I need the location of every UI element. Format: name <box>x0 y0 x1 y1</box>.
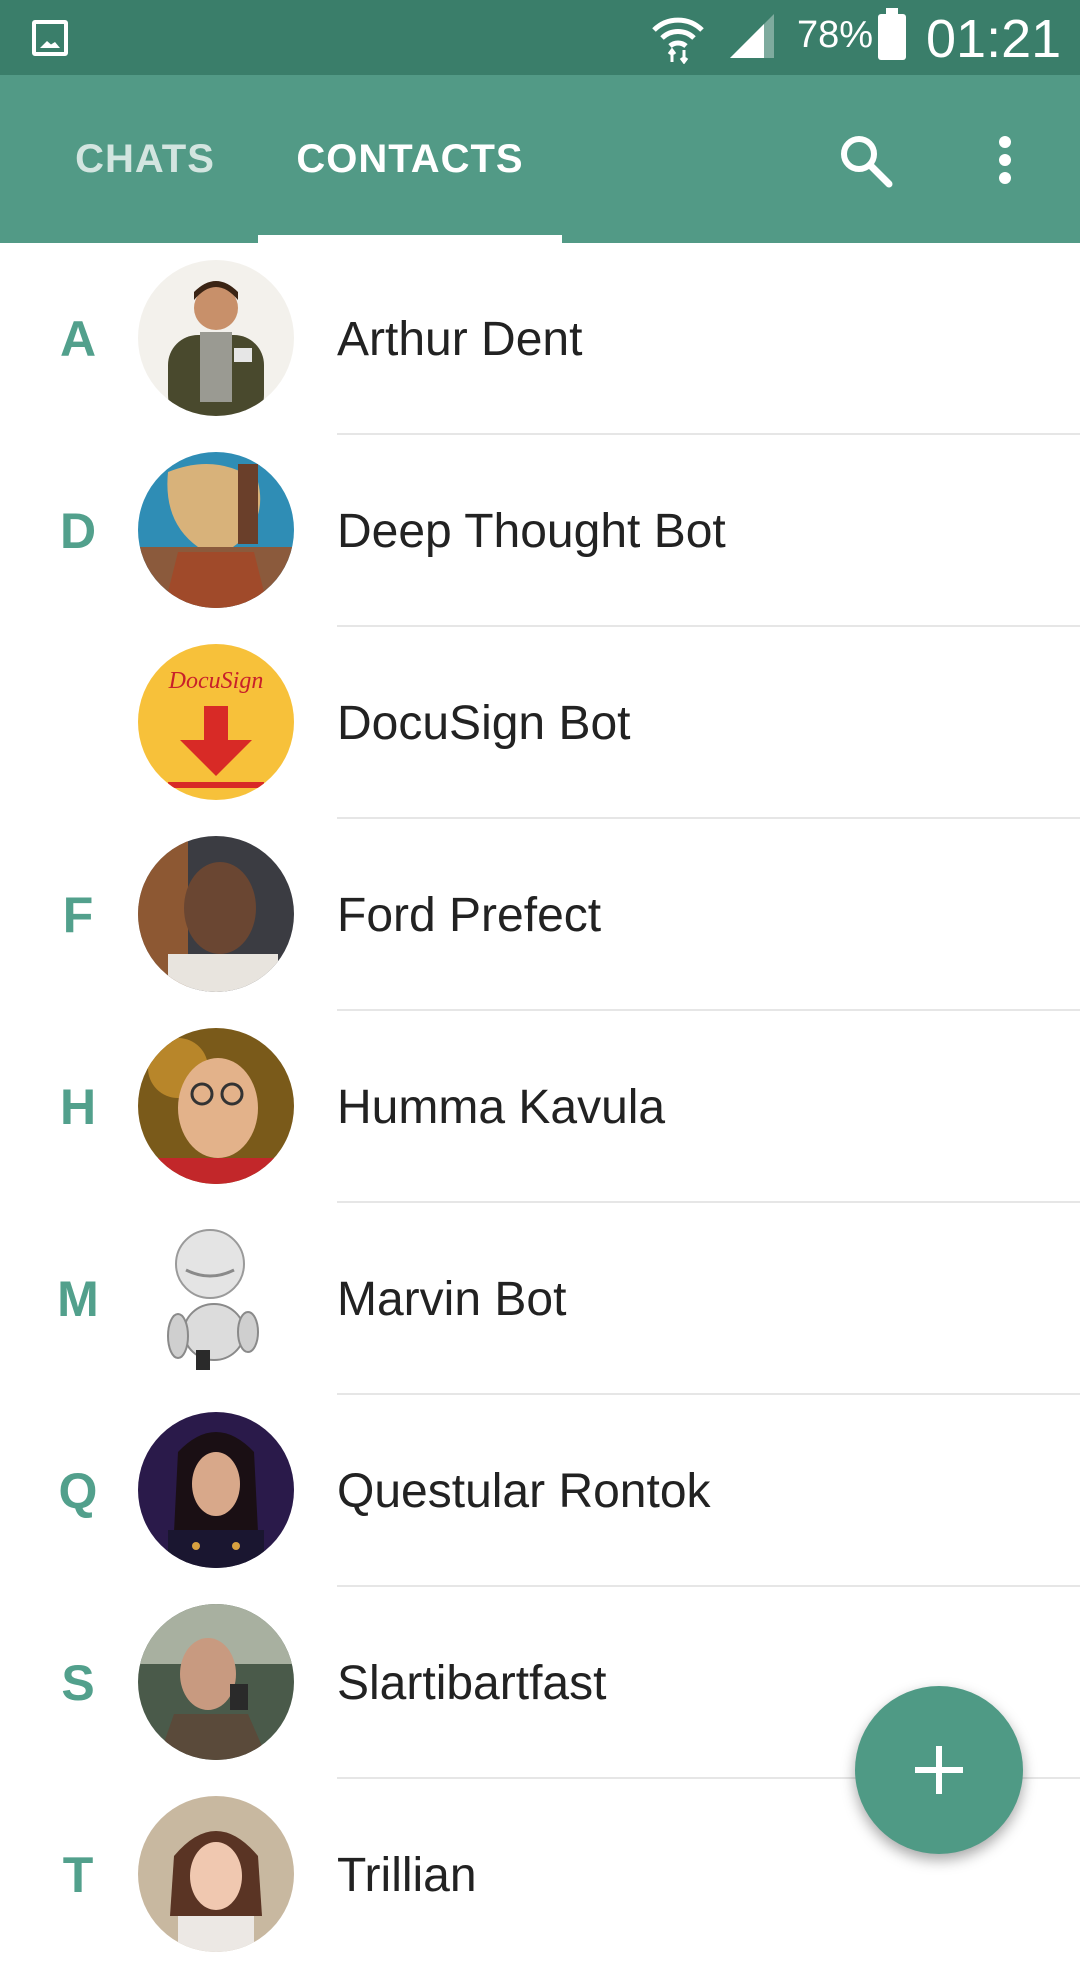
tab-indicator <box>258 235 562 243</box>
avatar <box>138 1604 294 1760</box>
battery-icon <box>878 8 906 60</box>
contact-name: Arthur Dent <box>337 312 583 366</box>
section-letter: A <box>59 311 97 367</box>
avatar <box>138 1028 294 1184</box>
contact-name: Ford Prefect <box>337 888 602 942</box>
contact-name: Deep Thought Bot <box>337 504 726 558</box>
avatar <box>138 1412 294 1568</box>
tab-chats[interactable]: CHATS <box>40 75 250 243</box>
add-icon <box>915 1746 963 1794</box>
contact-name: Questular Rontok <box>337 1464 711 1518</box>
section-letter: T <box>62 1847 94 1903</box>
avatar <box>138 836 294 992</box>
avatar <box>138 260 294 416</box>
gallery-notification-icon <box>32 20 68 56</box>
section-letter: D <box>59 503 97 559</box>
avatar: DocuSign <box>138 644 294 800</box>
avatar <box>138 452 294 608</box>
contact-row[interactable]: D Deep Thought Bot <box>0 435 1080 627</box>
search-icon[interactable] <box>835 130 895 190</box>
wifi-icon <box>652 17 704 64</box>
section-letter: H <box>59 1079 97 1135</box>
contact-row[interactable]: DocuSign DocuSign Bot <box>0 627 1080 819</box>
contact-row[interactable]: F Ford Prefect <box>0 819 1080 1011</box>
contact-row[interactable]: A Arthur Dent <box>0 243 1080 435</box>
section-letter: Q <box>58 1463 98 1519</box>
section-letter: S <box>61 1655 95 1711</box>
contact-row[interactable]: Q Questular Rontok <box>0 1395 1080 1587</box>
avatar <box>138 1796 294 1952</box>
tab-contacts[interactable]: CONTACTS <box>258 75 562 243</box>
section-letter <box>40 627 116 819</box>
contact-name: Trillian <box>337 1848 477 1902</box>
contact-row[interactable]: M Marvin Bot <box>0 1203 1080 1395</box>
contact-name: DocuSign Bot <box>337 696 631 750</box>
contact-name: Slartibartfast <box>337 1656 607 1710</box>
section-letter: M <box>57 1271 99 1327</box>
contact-row[interactable]: H Humma Kavula <box>0 1011 1080 1203</box>
add-contact-fab[interactable] <box>855 1686 1023 1854</box>
app-bar: CHATS CONTACTS <box>0 75 1080 243</box>
battery-percent: 78% <box>797 14 874 56</box>
clock: 01:21 <box>926 9 1062 69</box>
svg-text:DocuSign: DocuSign <box>168 668 264 694</box>
signal-icon <box>730 14 774 58</box>
avatar <box>138 1220 294 1376</box>
status-bar: 78% 01:21 <box>0 0 1080 75</box>
contact-name: Marvin Bot <box>337 1272 567 1326</box>
more-vert-icon[interactable] <box>985 130 1025 190</box>
section-letter: F <box>62 887 94 943</box>
contact-name: Humma Kavula <box>337 1080 666 1134</box>
